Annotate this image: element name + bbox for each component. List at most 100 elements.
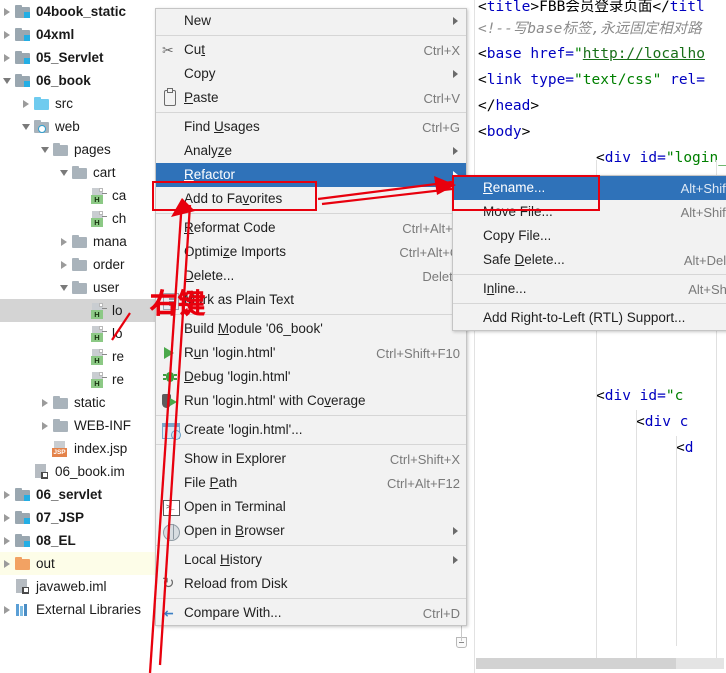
tree-twisty-expanded[interactable] xyxy=(0,69,14,92)
menu-item-label: Debug 'login.html' xyxy=(184,369,291,384)
menu-item-cut[interactable]: ✂ Cut Ctrl+X xyxy=(156,38,466,62)
menu-item-no-icon xyxy=(156,472,184,494)
tree-item-label: 06_servlet xyxy=(36,486,103,502)
menu-item-debug-loginhtml[interactable]: Debug 'login.html' xyxy=(156,365,466,389)
tree-twisty-collapsed[interactable] xyxy=(38,414,52,437)
submenu-item-safe-delete[interactable]: Safe Delete... Alt+Delet xyxy=(453,248,726,272)
menu-item-accelerator: Ctrl+X xyxy=(423,42,460,58)
chevron-right-icon xyxy=(4,53,10,62)
menu-item-add-to-favorites[interactable]: Add to Favorites xyxy=(156,187,466,211)
module-folder-icon xyxy=(14,26,32,44)
submenu-item-inline[interactable]: Inline... Alt+Shift xyxy=(453,277,726,301)
menu-item-no-icon xyxy=(156,140,184,162)
code-token: d xyxy=(684,440,694,456)
submenu-separator xyxy=(453,303,726,304)
module-folder-icon xyxy=(14,509,32,527)
horizontal-scrollbar[interactable] xyxy=(476,658,724,669)
menu-item-label: Analyze xyxy=(184,143,233,158)
menu-item-show-in-explorer[interactable]: Show in Explorer Ctrl+Shift+X xyxy=(156,447,466,471)
create-config-icon xyxy=(156,419,184,441)
code-token: "text/css" xyxy=(574,72,662,88)
tree-twisty-expanded[interactable] xyxy=(57,276,71,299)
menu-item-local-history[interactable]: Local History xyxy=(156,548,466,572)
tree-item-label: 04xml xyxy=(36,26,75,42)
code-editor[interactable]: <title>FBB会员登录页面</titl <!--写base标签,永远固定相对… xyxy=(452,0,726,673)
tree-twisty-collapsed[interactable] xyxy=(57,230,71,253)
menu-item-reformat-code[interactable]: Reformat Code Ctrl+Alt+L xyxy=(156,216,466,240)
code-token: </ xyxy=(478,98,496,114)
menu-item-label: Open in Terminal xyxy=(184,499,286,514)
tree-twisty-collapsed[interactable] xyxy=(0,483,14,506)
code-token: rel= xyxy=(661,72,706,88)
scrollbar-thumb[interactable] xyxy=(476,658,676,669)
tree-item-label: re xyxy=(112,348,125,364)
tree-twisty-collapsed[interactable] xyxy=(0,529,14,552)
menu-item-label: Delete... xyxy=(184,268,235,283)
menu-item-label: Copy xyxy=(184,66,216,81)
reload-icon: ↻ xyxy=(162,575,175,592)
tree-twisty-collapsed[interactable] xyxy=(0,0,14,23)
module-folder-icon xyxy=(14,3,32,21)
menu-item-no-icon xyxy=(156,164,184,186)
menu-item-label: Mark as Plain Text xyxy=(184,292,295,307)
menu-item-copy[interactable]: Copy xyxy=(156,62,466,86)
menu-item-compare-with[interactable]: ⇤ Compare With... Ctrl+D xyxy=(156,601,466,625)
tree-twisty-expanded[interactable] xyxy=(57,161,71,184)
tree-twisty-none xyxy=(76,184,90,207)
menu-item-file-path[interactable]: File Path Ctrl+Alt+F12 xyxy=(156,471,466,495)
menu-item-create-loginhtml[interactable]: Create 'login.html'... xyxy=(156,418,466,442)
menu-item-find-usages[interactable]: Find Usages Ctrl+G xyxy=(156,115,466,139)
run-icon xyxy=(156,342,184,364)
chevron-right-icon xyxy=(61,260,67,269)
menu-item-no-icon xyxy=(156,217,184,239)
tree-twisty-expanded[interactable] xyxy=(38,138,52,161)
code-token: > xyxy=(521,124,531,140)
menu-item-run-loginhtml-with-coverage[interactable]: Run 'login.html' with Coverage xyxy=(156,389,466,413)
submenu-item-rename[interactable]: Rename... Alt+Shift+ xyxy=(453,176,726,200)
menu-item-paste[interactable]: Paste Ctrl+V xyxy=(156,86,466,110)
code-token: div xyxy=(604,388,640,404)
tree-twisty-collapsed[interactable] xyxy=(0,598,14,621)
html-file-icon: H xyxy=(90,371,108,389)
tree-twisty-collapsed[interactable] xyxy=(0,506,14,529)
tree-twisty-collapsed[interactable] xyxy=(0,46,14,69)
menu-item-reload-from-disk[interactable]: ↻ Reload from Disk xyxy=(156,572,466,596)
menu-item-no-icon xyxy=(156,10,184,32)
code-token: < xyxy=(478,124,487,140)
tree-twisty-collapsed[interactable] xyxy=(0,552,14,575)
menu-item-refactor[interactable]: Refactor xyxy=(156,163,466,187)
tree-item-label: static xyxy=(74,394,106,410)
menu-item-run-loginhtml[interactable]: Run 'login.html' Ctrl+Shift+F10 xyxy=(156,341,466,365)
submenu-arrow-icon xyxy=(453,527,458,535)
menu-item-label: Run 'login.html' xyxy=(184,345,276,360)
jsp-file-icon: JSP xyxy=(52,440,70,458)
tree-twisty-collapsed[interactable] xyxy=(19,92,33,115)
tree-item-label: lo xyxy=(112,325,123,341)
menu-item-accelerator: Ctrl+D xyxy=(422,605,460,621)
menu-item-analyze[interactable]: Analyze xyxy=(156,139,466,163)
tree-twisty-collapsed[interactable] xyxy=(38,391,52,414)
menu-item-label: New xyxy=(184,13,212,28)
menu-item-new[interactable]: New xyxy=(156,9,466,33)
menu-item-open-in-browser[interactable]: Open in Browser xyxy=(156,519,466,543)
chevron-right-icon xyxy=(4,490,10,499)
refactor-submenu[interactable]: Rename... Alt+Shift+ Move File... Alt+Shift… xyxy=(452,175,726,331)
submenu-item-move-file[interactable]: Move File... Alt+Shift+ xyxy=(453,200,726,224)
ide-window: 04book_static 04xml 05_Servlet 06_book src we… xyxy=(0,0,726,673)
menu-item-open-in-terminal[interactable]: >_ Open in Terminal xyxy=(156,495,466,519)
folder-icon xyxy=(52,141,70,159)
tree-twisty-expanded[interactable] xyxy=(19,115,33,138)
tree-twisty-collapsed[interactable] xyxy=(57,253,71,276)
html-file-icon: H xyxy=(90,302,108,320)
menu-item-accelerator: Ctrl+Shift+X xyxy=(389,451,460,467)
submenu-item-add-right-to-left-rtl-support[interactable]: Add Right-to-Left (RTL) Support... xyxy=(453,306,726,330)
tree-twisty-collapsed[interactable] xyxy=(0,23,14,46)
code-line: <body> xyxy=(478,125,530,140)
submenu-item-copy-file[interactable]: Copy File... xyxy=(453,224,726,248)
chevron-right-icon xyxy=(4,30,10,39)
menu-item-optimize-imports[interactable]: Optimize Imports Ctrl+Alt+O xyxy=(156,240,466,264)
